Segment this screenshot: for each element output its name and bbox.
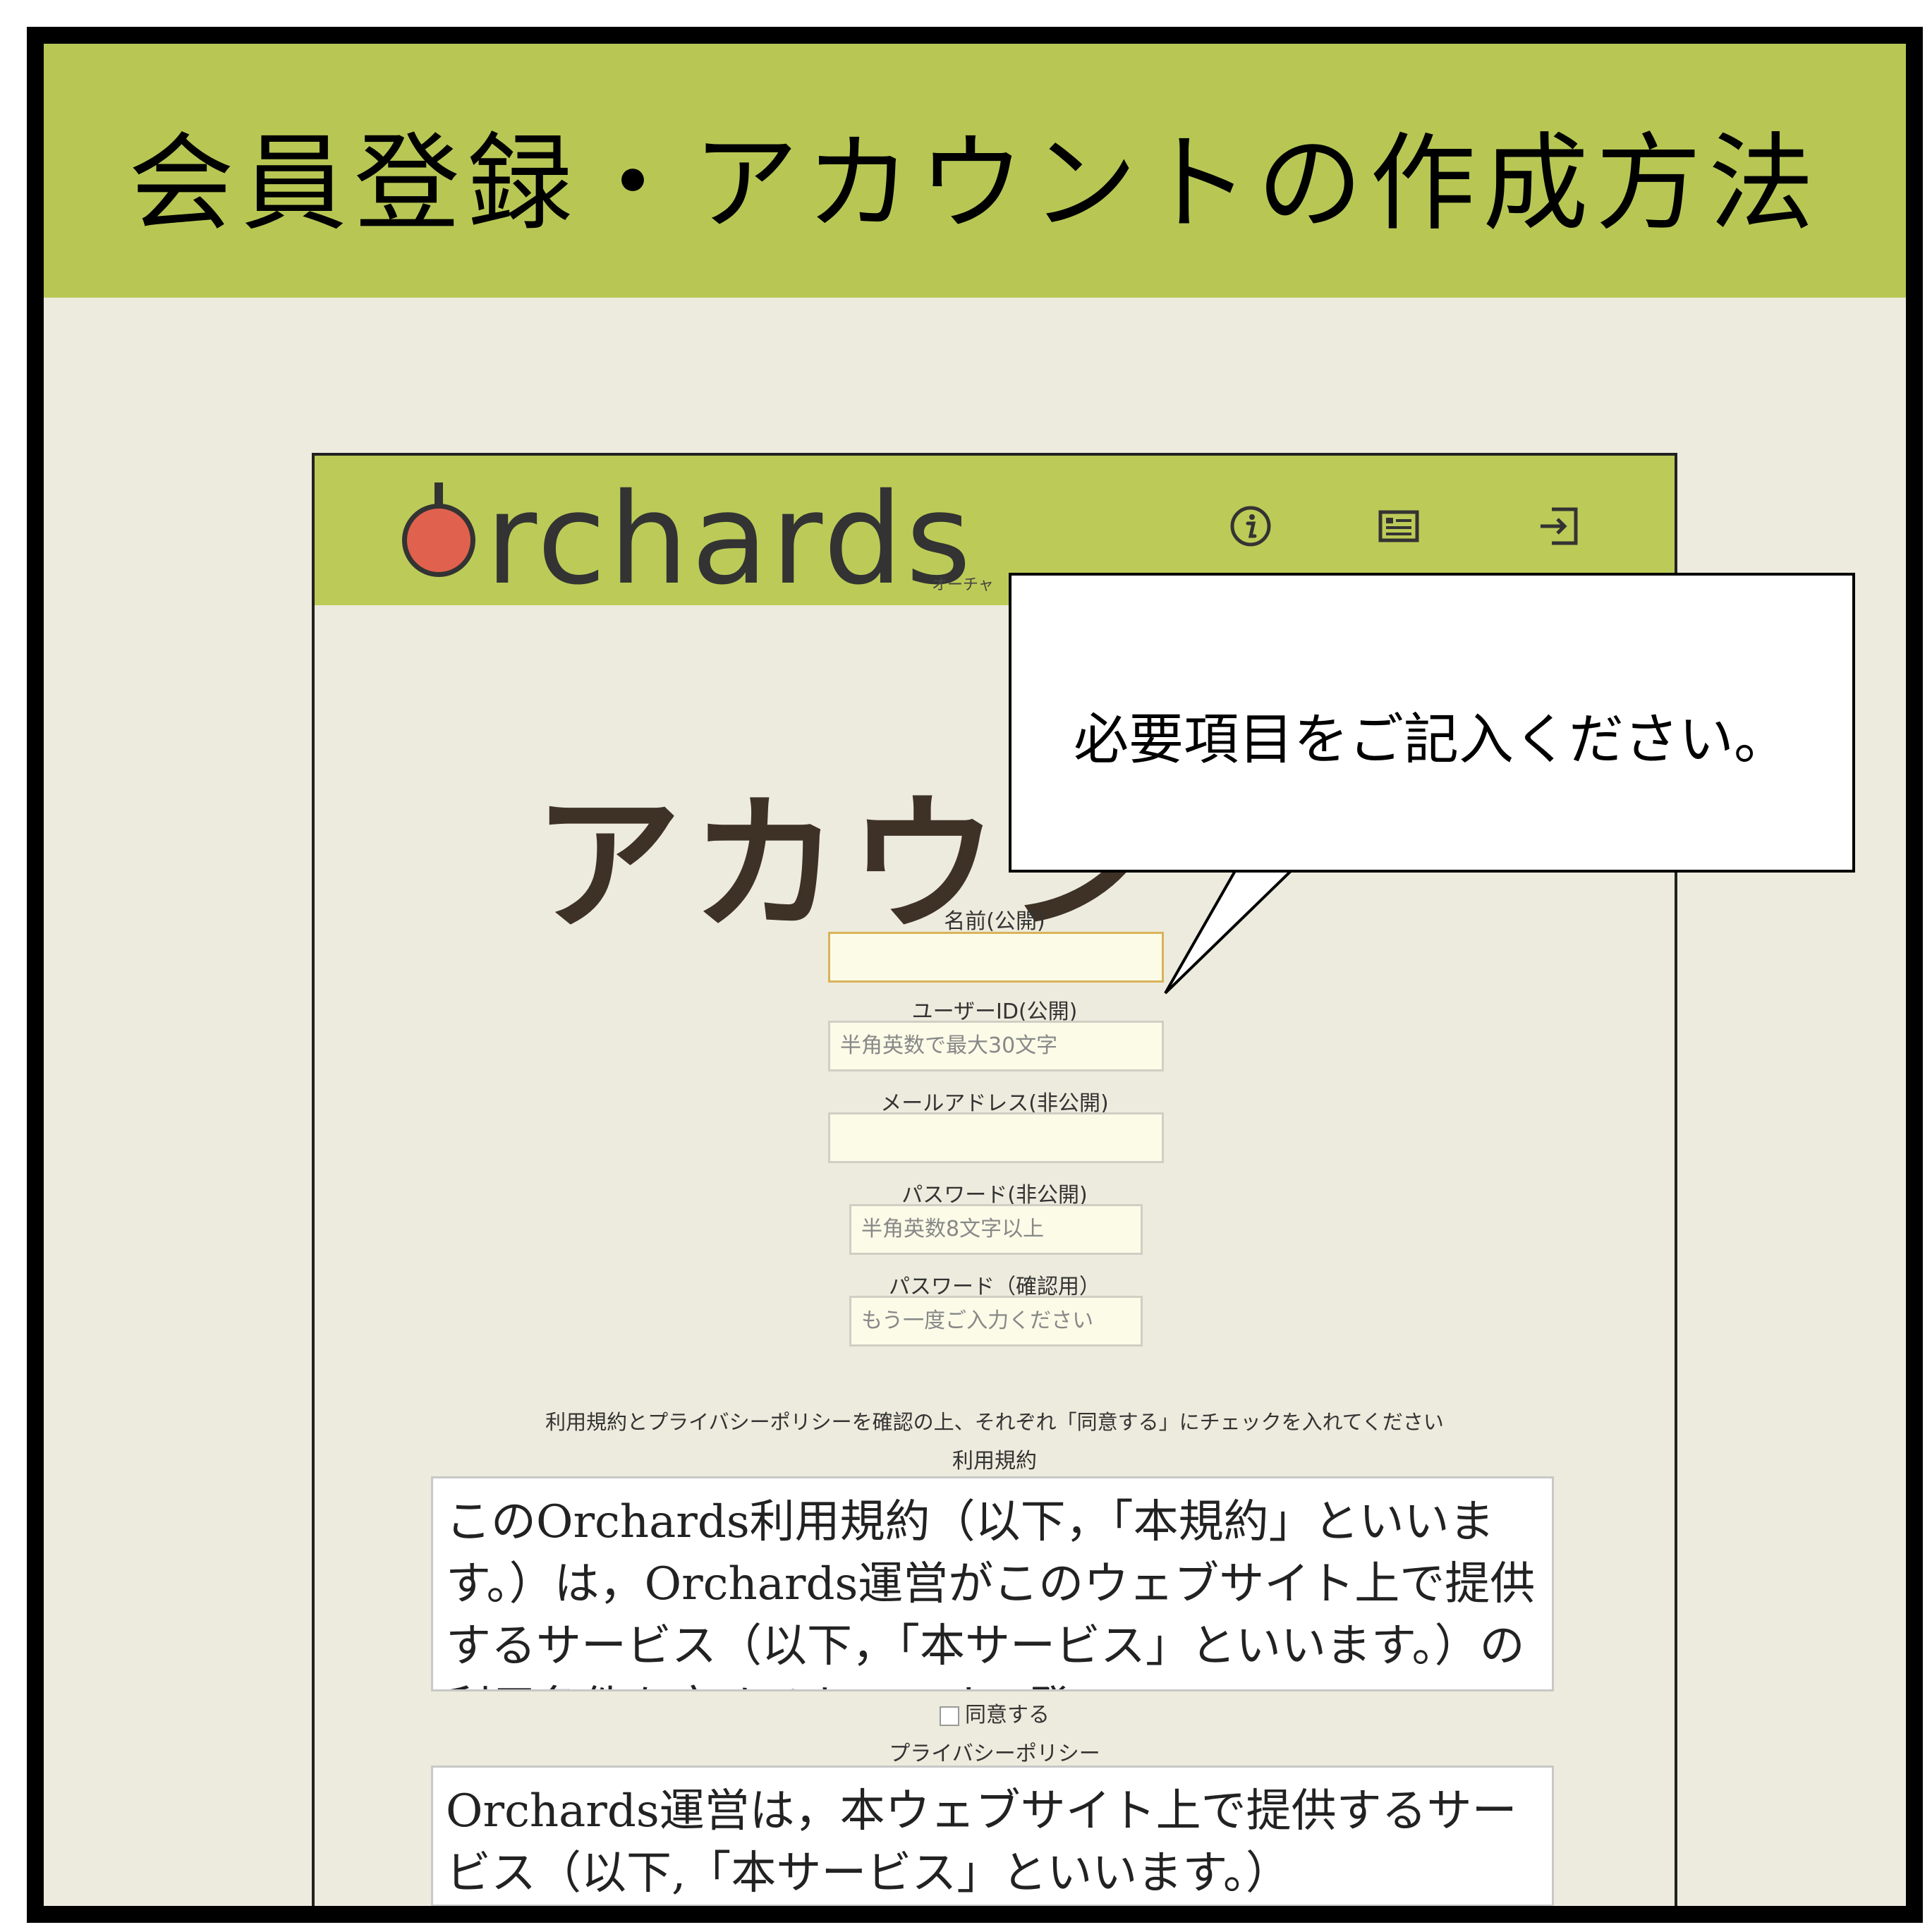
tagline: オーチャ bbox=[932, 576, 994, 594]
password-confirm-field[interactable]: もう一度ご入力ください bbox=[849, 1296, 1143, 1347]
speech-callout: 必要項目をご記入ください。 bbox=[1009, 573, 1855, 873]
info-icon[interactable] bbox=[1228, 504, 1273, 549]
logo[interactable]: rchards bbox=[392, 470, 974, 602]
comic-frame: 会員登録・アカウントの作成方法 rchards オーチャ アカウン 名前(公開)… bbox=[27, 27, 1923, 1923]
privacy-textarea[interactable]: Orchards運営は，本ウェブサイト上で提供するサービス（以下,「本サービス」… bbox=[431, 1766, 1554, 1906]
callout-tail bbox=[1164, 870, 1294, 995]
logo-text: rchards bbox=[485, 466, 974, 612]
page-heading: 会員登録・アカウントの作成方法 bbox=[128, 122, 1821, 245]
name-field[interactable] bbox=[828, 932, 1164, 983]
userid-field[interactable]: 半角英数で最大30文字 bbox=[828, 1021, 1164, 1071]
terms-agree-checkbox[interactable] bbox=[940, 1706, 959, 1726]
terms-label: 利用規約 bbox=[952, 1449, 1037, 1474]
logo-apple-icon bbox=[402, 504, 475, 577]
privacy-label: プライバシーポリシー bbox=[889, 1742, 1100, 1766]
password-field[interactable]: 半角英数8文字以上 bbox=[849, 1204, 1143, 1255]
callout-text: 必要項目をご記入ください。 bbox=[1074, 708, 1790, 772]
list-icon[interactable] bbox=[1376, 504, 1421, 549]
terms-agree-label: 同意する bbox=[965, 1703, 1050, 1727]
logo-o bbox=[392, 470, 485, 583]
email-field[interactable] bbox=[828, 1112, 1164, 1163]
terms-textarea[interactable]: このOrchards利用規約（以下，「本規約」といいます。）は，Orchards… bbox=[431, 1476, 1554, 1691]
name-label: 名前(公開) bbox=[944, 909, 1045, 934]
title-band: 会員登録・アカウントの作成方法 bbox=[44, 44, 1906, 298]
terms-agree[interactable]: 同意する bbox=[315, 1697, 1675, 1728]
terms-notice: 利用規約とプライバシーポリシーを確認の上、それぞれ「同意する」にチェックを入れて… bbox=[545, 1410, 1444, 1434]
login-icon[interactable] bbox=[1536, 504, 1581, 549]
